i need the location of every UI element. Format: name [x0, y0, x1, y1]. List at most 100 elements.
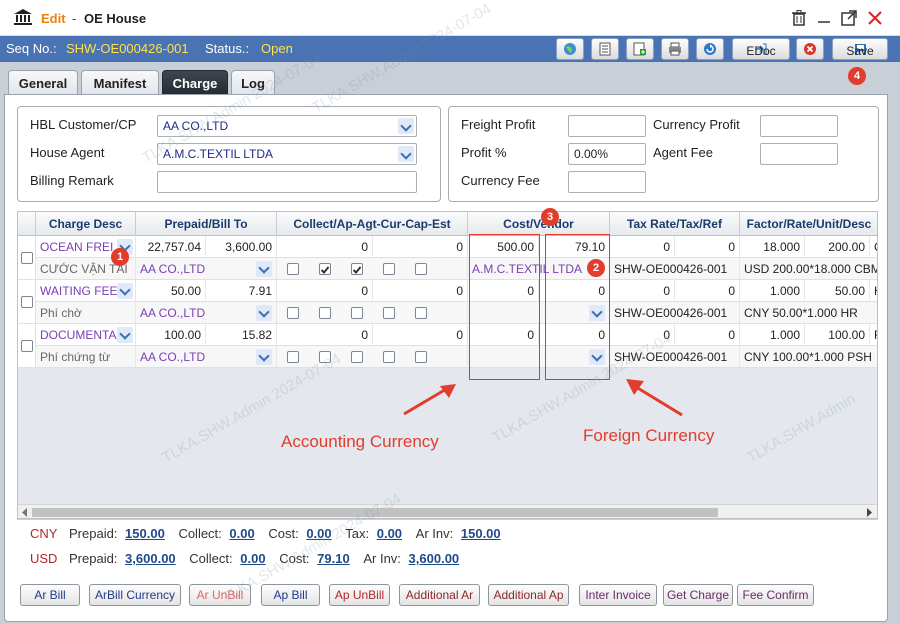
rate[interactable]: 50.00 — [805, 280, 870, 302]
chevron-down-icon[interactable] — [117, 283, 133, 299]
chevron-down-icon[interactable] — [117, 327, 133, 343]
additional-ar-button[interactable]: Additional Ar — [399, 584, 480, 606]
chevron-down-icon[interactable] — [398, 146, 414, 162]
unit[interactable]: H — [870, 280, 877, 302]
currency-profit-input[interactable] — [760, 115, 838, 137]
new-document-button[interactable] — [626, 38, 654, 60]
unit[interactable]: C — [870, 236, 877, 258]
tax-amount[interactable]: 0 — [675, 236, 740, 258]
cny-collect[interactable]: 0.00 — [229, 526, 254, 541]
collect-amount[interactable]: 0 — [277, 324, 373, 346]
charge-desc-select[interactable]: DOCUMENTA — [36, 324, 136, 346]
tax-ref[interactable]: SHW-OE000426-001 — [610, 258, 740, 280]
table-row[interactable]: DOCUMENTA 100.00 15.82 0 0 0 0 0 0 1.000… — [18, 324, 877, 346]
collect-currency-amount[interactable]: 0 — [373, 236, 468, 258]
close-icon[interactable] — [866, 9, 884, 27]
header-charge-desc[interactable]: Charge Desc — [36, 212, 136, 236]
collect-checkbox[interactable] — [287, 307, 299, 319]
currency-fee-input[interactable] — [568, 171, 646, 193]
header-prepaid[interactable]: Prepaid/Bill To — [136, 212, 277, 236]
edoc-button[interactable]: EDoc — [732, 38, 790, 60]
house-agent-select[interactable]: A.M.C.TEXTIL LTDA — [157, 143, 417, 165]
usd-cost[interactable]: 79.10 — [317, 551, 350, 566]
prepaid-amount[interactable]: 50.00 — [136, 280, 206, 302]
est-checkbox[interactable] — [415, 307, 427, 319]
row-select-checkbox[interactable] — [20, 251, 33, 264]
cny-prepaid[interactable]: 150.00 — [125, 526, 165, 541]
cap-checkbox[interactable] — [383, 307, 395, 319]
additional-ap-button[interactable]: Additional Ap — [488, 584, 569, 606]
cny-tax[interactable]: 0.00 — [377, 526, 402, 541]
prepaid-amount[interactable]: 22,757.04 — [136, 236, 206, 258]
collect-currency-amount[interactable]: 0 — [373, 280, 468, 302]
agent-checkbox[interactable] — [351, 263, 363, 275]
unit[interactable]: F — [870, 324, 877, 346]
profit-percent-input[interactable]: 0.00% — [568, 143, 646, 165]
charge-local-desc[interactable]: Phí chờ — [36, 302, 136, 324]
tax-rate[interactable]: 0 — [610, 324, 675, 346]
collect-checkbox[interactable] — [287, 263, 299, 275]
chevron-down-icon[interactable] — [256, 349, 272, 365]
collect-amount[interactable]: 0 — [277, 236, 373, 258]
collect-currency-amount[interactable]: 0 — [373, 324, 468, 346]
document-button[interactable] — [591, 38, 619, 60]
usd-ar-inv[interactable]: 3,600.00 — [409, 551, 460, 566]
prepaid-currency-amount[interactable]: 3,600.00 — [206, 236, 277, 258]
tab-general[interactable]: General — [8, 70, 78, 96]
rate[interactable]: 200.00 — [805, 236, 870, 258]
row-select-checkbox[interactable] — [20, 295, 33, 308]
tax-amount[interactable]: 0 — [675, 280, 740, 302]
usd-collect[interactable]: 0.00 — [240, 551, 265, 566]
factor[interactable]: 1.000 — [740, 324, 805, 346]
factor[interactable]: 1.000 — [740, 280, 805, 302]
minimize-icon[interactable] — [815, 9, 833, 27]
header-factor[interactable]: Factor/Rate/Unit/Desc — [740, 212, 877, 236]
header-cost[interactable]: Cost/Vendor — [468, 212, 610, 236]
fee-confirm-button[interactable]: Fee Confirm — [737, 584, 814, 606]
table-row-detail[interactable]: Phí chờ AA CO.,LTD SHW-OE000426-001 CNY … — [18, 302, 877, 324]
inter-invoice-button[interactable]: Inter Invoice — [579, 584, 657, 606]
table-row-detail[interactable]: CƯỚC VẬN TẢI AA CO.,LTD A.M.C.TEXTIL LTD… — [18, 258, 877, 280]
usd-prepaid[interactable]: 3,600.00 — [125, 551, 176, 566]
cap-checkbox[interactable] — [383, 263, 395, 275]
tax-ref[interactable]: SHW-OE000426-001 — [610, 346, 740, 368]
bill-to-select[interactable]: AA CO.,LTD — [136, 302, 277, 324]
collect-checkbox[interactable] — [287, 351, 299, 363]
maximize-icon[interactable] — [840, 9, 858, 27]
factor[interactable]: 18.000 — [740, 236, 805, 258]
cancel-button[interactable] — [796, 38, 824, 60]
bill-to-select[interactable]: AA CO.,LTD — [136, 258, 277, 280]
scroll-right-icon[interactable] — [865, 508, 873, 517]
globe-button[interactable] — [556, 38, 584, 60]
factor-desc[interactable]: CNY 100.00*1.000 PSH — [740, 346, 877, 368]
hbl-customer-select[interactable]: AA CO.,LTD — [157, 115, 417, 137]
table-row[interactable]: WAITING FEE 50.00 7.91 0 0 0 0 0 0 1.000… — [18, 280, 877, 302]
ap-bill-button[interactable]: Ap Bill — [261, 584, 320, 606]
ar-bill-button[interactable]: Ar Bill — [20, 584, 80, 606]
save-button[interactable]: Save — [832, 38, 888, 60]
ap-unbill-button[interactable]: Ap UnBill — [329, 584, 390, 606]
bill-to-select[interactable]: AA CO.,LTD — [136, 346, 277, 368]
row-select-checkbox[interactable] — [20, 339, 33, 352]
scroll-left-icon[interactable] — [21, 508, 29, 517]
prepaid-amount[interactable]: 100.00 — [136, 324, 206, 346]
agent-fee-input[interactable] — [760, 143, 838, 165]
chevron-down-icon[interactable] — [256, 305, 272, 321]
charge-local-desc[interactable]: Phí chứng từ — [36, 346, 136, 368]
header-collect[interactable]: Collect/Ap-Agt-Cur-Cap-Est — [277, 212, 468, 236]
ap-checkbox[interactable] — [319, 351, 331, 363]
ar-unbill-button[interactable]: Ar UnBill — [189, 584, 251, 606]
prepaid-currency-amount[interactable]: 15.82 — [206, 324, 277, 346]
freight-profit-input[interactable] — [568, 115, 646, 137]
scrollbar-thumb[interactable] — [32, 508, 718, 517]
get-charge-button[interactable]: Get Charge — [663, 584, 733, 606]
ap-checkbox[interactable] — [319, 307, 331, 319]
tax-ref[interactable]: SHW-OE000426-001 — [610, 302, 740, 324]
cny-cost[interactable]: 0.00 — [306, 526, 331, 541]
header-tax[interactable]: Tax Rate/Tax/Ref — [610, 212, 740, 236]
chevron-down-icon[interactable] — [256, 261, 272, 277]
agent-checkbox[interactable] — [351, 307, 363, 319]
agent-checkbox[interactable] — [351, 351, 363, 363]
refresh-button[interactable] — [696, 38, 724, 60]
billing-remark-input[interactable] — [157, 171, 417, 193]
